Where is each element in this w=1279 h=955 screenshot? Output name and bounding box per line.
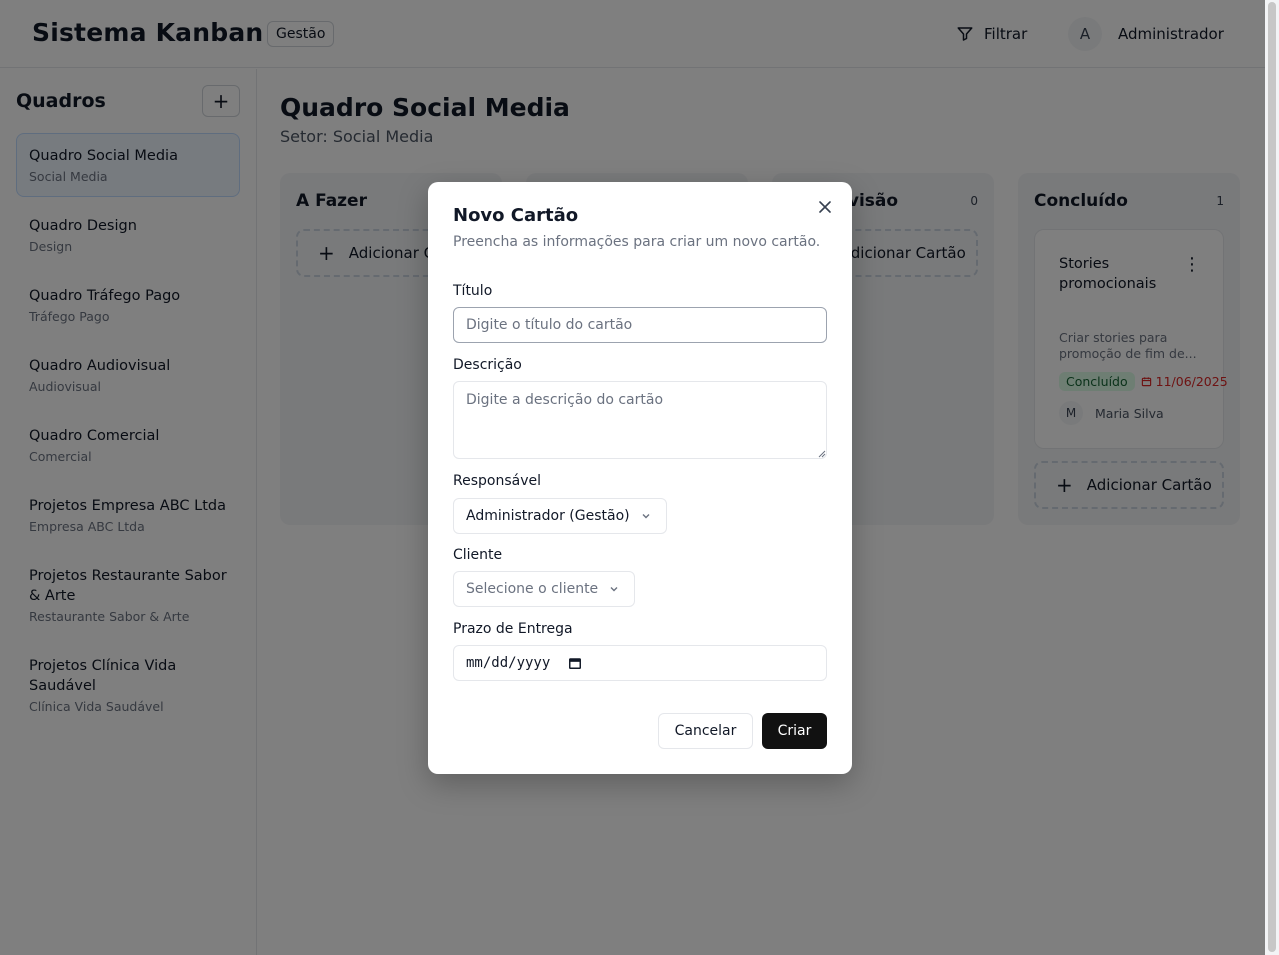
assignee-select-value: Administrador (Gestão): [466, 508, 630, 524]
resize-handle-icon[interactable]: [818, 450, 826, 458]
dialog-title: Novo Cartão: [453, 205, 579, 226]
scrollbar-thumb[interactable]: [1268, 2, 1276, 952]
close-button[interactable]: [816, 198, 834, 216]
deadline-label: Prazo de Entrega: [453, 621, 573, 637]
client-select-placeholder: Selecione o cliente: [466, 581, 599, 597]
close-icon: [819, 201, 831, 213]
title-label: Título: [453, 283, 493, 299]
assignee-select[interactable]: Administrador (Gestão): [453, 498, 667, 534]
assignee-label: Responsável: [453, 473, 541, 489]
title-input[interactable]: [453, 307, 827, 343]
description-label: Descrição: [453, 357, 522, 373]
cancel-button[interactable]: Cancelar: [658, 713, 753, 749]
chevron-down-icon: [642, 514, 650, 519]
chevron-down-icon: [610, 587, 618, 592]
deadline-placeholder: mm/dd/yyyy: [466, 655, 551, 671]
client-label: Cliente: [453, 547, 503, 563]
deadline-input[interactable]: mm/dd/yyyy: [453, 645, 827, 681]
scrollbar[interactable]: [1265, 0, 1279, 955]
description-textarea[interactable]: [453, 381, 827, 459]
client-select[interactable]: Selecione o cliente: [453, 571, 635, 607]
new-card-dialog: Novo Cartão Preencha as informações para…: [428, 182, 852, 774]
create-button[interactable]: Criar: [762, 713, 827, 749]
calendar-icon[interactable]: [568, 656, 582, 670]
dialog-description: Preencha as informações para criar um no…: [453, 234, 821, 250]
